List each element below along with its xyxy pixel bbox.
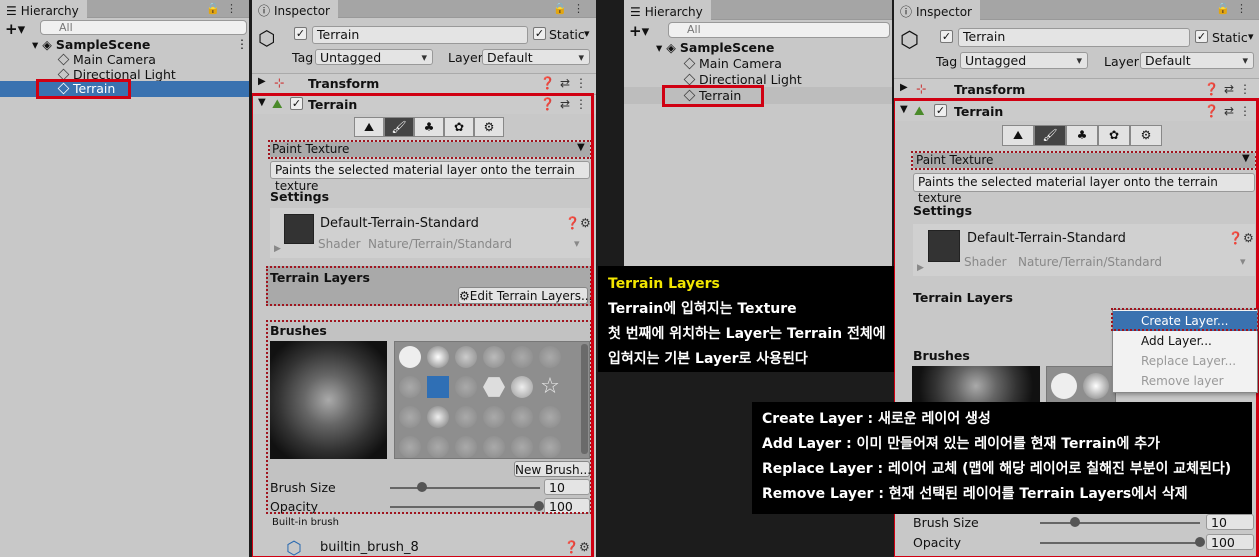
gameobject-large-icon: ⬡ (258, 26, 276, 50)
active-checkbox[interactable]: ✓ (294, 27, 307, 40)
highlight-create-layer (1111, 308, 1259, 331)
static-dropdown-icon[interactable]: ▾ (1248, 30, 1254, 43)
caption-line: 입혀지는 기본 Layer로 사용된다 (608, 351, 808, 367)
transform-expand-icon: ▶ (900, 82, 908, 93)
object-name-field[interactable]: Terrain (958, 28, 1190, 47)
layer-dropdown[interactable]: Default (482, 49, 590, 66)
expand-arrow-icon: ▾ (32, 37, 39, 52)
transform-title: Transform (308, 76, 380, 91)
tag-dropdown[interactable]: Untagged (960, 52, 1088, 69)
caption-line: Replace Layer : 레이어 교체 (맵에 해당 레이어로 칠해진 부… (762, 461, 1232, 477)
tab-controls[interactable]: 🔒⋮ (1216, 2, 1253, 15)
hierarchy-search-input[interactable]: All (668, 22, 890, 38)
inspector-tabbar: ⓘ Inspector 🔒⋮ (894, 0, 1259, 21)
highlight-terrain-component (252, 93, 594, 557)
active-checkbox[interactable]: ✓ (940, 30, 953, 43)
highlight-terrain-item (36, 79, 131, 99)
scene-menu-icon[interactable]: ⋮ (236, 37, 248, 51)
tab-controls[interactable]: 🔒⋮ (206, 2, 243, 15)
component-controls[interactable]: ❓⇄⋮ (540, 76, 592, 90)
caption-terrain-layers: Terrain Layers Terrain에 입혀지는 Texture 첫 번… (598, 266, 903, 372)
transform-title: Transform (954, 82, 1026, 97)
transform-icon: ⊹ (274, 75, 285, 90)
hierarchy-item-main-camera[interactable]: Main Camera (683, 56, 782, 71)
caption-layer-menu: Create Layer : 새로운 레이어 생성 Add Layer : 이미… (752, 402, 1252, 514)
caption-line: Terrain에 입혀지는 Texture (608, 301, 797, 317)
menu-remove-layer[interactable]: Remove layer (1113, 371, 1257, 391)
left-hierarchy-panel: ☰ Hierarchy 🔒⋮ +▾ All ▾ ◈ SampleScene ⋮ Mai… (0, 0, 249, 557)
tab-inspector[interactable]: ⓘ Inspector (894, 0, 980, 21)
scene-item[interactable]: ▾ ◈ SampleScene (656, 40, 774, 55)
hierarchy-item-main-camera[interactable]: Main Camera (57, 52, 156, 67)
static-checkbox[interactable]: ✓ (1195, 30, 1208, 43)
gameobject-icon (683, 73, 696, 86)
gameobject-icon (57, 53, 70, 66)
add-button[interactable]: +▾ (5, 20, 25, 38)
menu-replace-layer[interactable]: Replace Layer... (1113, 351, 1257, 371)
transform-icon: ⊹ (916, 81, 927, 96)
tag-dropdown[interactable]: Untagged (315, 49, 433, 66)
list-icon: ☰ (6, 3, 17, 18)
list-icon: ☰ (630, 4, 641, 19)
unity-scene-icon: ◈ (666, 40, 676, 55)
caption-line: Remove Layer : 현재 선택된 레이어를 Terrain Layer… (762, 486, 1188, 502)
tab-controls[interactable]: 🔒⋮ (553, 2, 590, 15)
static-label: Static (1212, 30, 1248, 45)
tab-hierarchy[interactable]: ☰ Hierarchy (0, 0, 87, 19)
info-icon: ⓘ (900, 5, 913, 19)
object-name-field[interactable]: Terrain (312, 26, 528, 44)
hierarchy-search-input[interactable]: All (40, 20, 247, 35)
menu-add-layer[interactable]: Add Layer... (1113, 331, 1257, 351)
transform-expand-icon: ▶ (258, 76, 266, 87)
gameobject-icon (683, 57, 696, 70)
unity-scene-icon: ◈ (42, 37, 52, 52)
inspector-tabbar: ⓘ Inspector 🔒⋮ (252, 0, 596, 19)
tag-label: Tag (292, 50, 314, 65)
caption-line: 첫 번째에 위치하는 Layer는 Terrain 전체에 (608, 326, 886, 342)
caption-line: Create Layer : 새로운 레이어 생성 (762, 411, 991, 427)
tab-hierarchy[interactable]: ☰ Hierarchy (624, 0, 711, 21)
hierarchy-tabbar: ☰ Hierarchy (624, 0, 892, 21)
layer-label: Layer (448, 50, 483, 65)
layer-dropdown[interactable]: Default (1140, 52, 1254, 69)
add-button[interactable]: +▾ (629, 22, 649, 40)
highlight-terrain-item (662, 85, 764, 107)
caption-title: Terrain Layers (608, 276, 720, 292)
expand-arrow-icon: ▾ (656, 40, 663, 55)
tab-inspector[interactable]: ⓘ Inspector (252, 0, 338, 19)
right-hierarchy-panel: ☰ Hierarchy +▾ All ▾ ◈ SampleScene Main Cam… (624, 0, 892, 266)
static-label: Static (549, 27, 585, 42)
caption-line: Add Layer : 이미 만들어져 있는 레이어를 현재 Terrain에 … (762, 436, 1160, 452)
tag-label: Tag (936, 54, 958, 69)
static-dropdown-icon[interactable]: ▾ (584, 27, 590, 40)
layer-label: Layer (1104, 54, 1139, 69)
left-inspector-panel: ⓘ Inspector 🔒⋮ ⬡ ✓ Terrain ✓ Static ▾ Tag… (252, 0, 596, 557)
static-checkbox[interactable]: ✓ (533, 27, 546, 40)
gameobject-large-icon: ⬡ (900, 28, 920, 53)
info-icon: ⓘ (258, 4, 271, 18)
hierarchy-tabbar: ☰ Hierarchy 🔒⋮ (0, 0, 249, 19)
component-controls[interactable]: ❓⇄⋮ (1204, 82, 1256, 96)
scene-item[interactable]: ▾ ◈ SampleScene (32, 37, 150, 52)
